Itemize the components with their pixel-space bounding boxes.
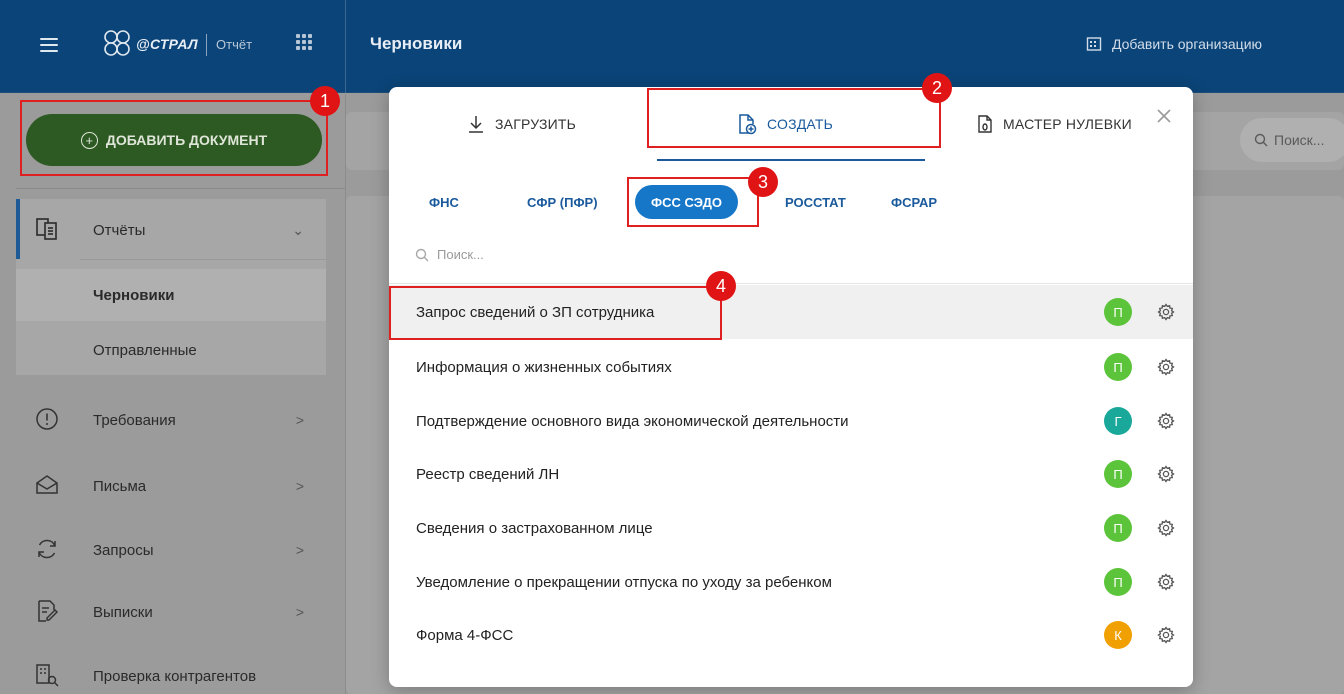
sidebar-item-label: Выписки [93,603,153,621]
sidebar-item-label: Проверка контрагентов [93,667,257,685]
callout-box-2 [647,88,941,148]
download-icon [469,116,483,133]
logo-divider [206,34,207,56]
page-title: Черновики [370,34,463,53]
avatar: П [1104,353,1132,381]
gear-icon[interactable] [1157,626,1175,644]
active-tab-underline [657,159,925,161]
logo-product: Отчёт [216,37,253,52]
chevron-right-icon: > [295,412,304,428]
document-title: Реестр сведений ЛН [416,465,560,483]
astral-logo-icon [104,30,130,56]
callout-box-4 [389,286,722,340]
sidebar-item-counterparty-check[interactable]: Проверка контрагентов [16,650,326,694]
gear-icon[interactable] [1157,465,1175,483]
tab-label: ЗАГРУЗИТЬ [495,116,577,132]
tab-upload[interactable]: ЗАГРУЗИТЬ [467,87,576,161]
callout-badge-3: 3 [748,167,778,197]
document-search-input[interactable]: Поиск... [415,247,484,262]
callout-badge-4: 4 [706,271,736,301]
category-fsrar[interactable]: ФСРАР [891,185,937,219]
avatar: К [1104,621,1132,649]
category-fns[interactable]: ФНС [429,185,459,219]
avatar: Г [1104,407,1132,435]
sidebar-divider [16,188,346,189]
group-divider [80,259,326,260]
sidebar-item-reports[interactable]: Отчёты ⌄ [16,204,326,256]
document-title: Уведомление о прекращении отпуска по ухо… [416,573,832,591]
document-title: Информация о жизненных событиях [416,358,672,376]
gear-icon[interactable] [1157,358,1175,376]
logo-text: @СТРАЛ [136,36,198,52]
add-organization-label: Добавить организацию [1112,36,1263,52]
file-zero-icon [978,115,992,133]
avatar: П [1104,514,1132,542]
chevron-right-icon: > [295,542,304,558]
sidebar-item-label: Отчёты [93,221,146,239]
sidebar-item-label: Запросы [93,541,154,559]
list-item[interactable]: Информация о жизненных событиях П [389,340,1193,394]
sidebar-item-drafts[interactable]: Черновики [16,269,326,321]
search-icon [415,248,429,261]
search-icon [1254,133,1268,147]
close-icon[interactable] [1153,105,1175,127]
document-edit-icon [38,600,59,622]
gear-icon[interactable] [1157,573,1175,591]
sidebar-item-label: Черновики [93,286,175,304]
document-title: Подтверждение основного вида экономическ… [416,412,849,430]
main-search[interactable]: Поиск... [1240,118,1344,162]
callout-box-3 [627,177,759,227]
sidebar-item-label: Отправленные [93,341,197,359]
reports-icon [36,218,57,240]
category-sfr[interactable]: СФР (ПФР) [527,185,598,219]
sidebar-item-label: Письма [93,477,147,495]
list-item[interactable]: Подтверждение основного вида экономическ… [389,394,1193,448]
add-document-dialog: ЗАГРУЗИТЬ СОЗДАТЬ МАСТЕР НУЛЕВКИ ФНС СФР… [389,87,1193,687]
tab-label: МАСТЕР НУЛЕВКИ [1003,116,1132,132]
sidebar-item-letters[interactable]: Письма > [16,460,326,512]
search-placeholder: Поиск... [437,247,484,262]
sidebar-item-requirements[interactable]: Требования > [16,394,326,446]
sidebar-item-label: Требования [93,411,176,429]
sidebar-item-extracts[interactable]: Выписки > [16,586,326,638]
callout-badge-1: 1 [310,86,340,116]
sidebar-item-queries[interactable]: Запросы > [16,524,326,576]
envelope-icon [36,475,58,494]
callout-badge-2: 2 [922,73,952,103]
menu-icon[interactable] [40,38,58,52]
chevron-right-icon: > [295,478,304,494]
main-search-placeholder: Поиск... [1274,132,1325,148]
building-icon [1086,37,1102,51]
top-bar: @СТРАЛ Отчёт Черновики Добавить организа… [0,0,1344,93]
chevron-right-icon: > [295,604,304,620]
avatar: П [1104,298,1132,326]
callout-box-1 [20,100,328,176]
list-item[interactable]: Уведомление о прекращении отпуска по ухо… [389,555,1193,609]
document-title: Форма 4-ФСС [416,626,514,644]
sidebar-item-sent[interactable]: Отправленные [16,324,326,376]
alert-circle-icon [36,408,58,430]
document-title: Сведения о застрахованном лице [416,519,653,537]
avatar: П [1104,460,1132,488]
tab-zero-report-wizard[interactable]: МАСТЕР НУЛЕВКИ [977,87,1132,161]
add-organization-button[interactable]: Добавить организацию [1086,36,1262,52]
sidebar: + ДОБАВИТЬ ДОКУМЕНТ Отчёты ⌄ Черновики О… [0,94,346,694]
gear-icon[interactable] [1157,412,1175,430]
top-bar-brand: @СТРАЛ Отчёт [0,0,346,93]
avatar: П [1104,568,1132,596]
gear-icon[interactable] [1157,303,1175,321]
list-item[interactable]: Сведения о застрахованном лице П [389,501,1193,555]
apps-grid-icon[interactable] [296,34,312,50]
list-item[interactable]: Форма 4-ФСС К [389,608,1193,662]
gear-icon[interactable] [1157,519,1175,537]
chevron-down-icon: ⌄ [292,221,304,238]
refresh-icon [38,539,56,559]
building-search-icon [36,664,59,687]
category-rosstat[interactable]: РОССТАТ [785,185,846,219]
list-item[interactable]: Реестр сведений ЛН П [389,447,1193,501]
list-divider [389,283,1193,284]
